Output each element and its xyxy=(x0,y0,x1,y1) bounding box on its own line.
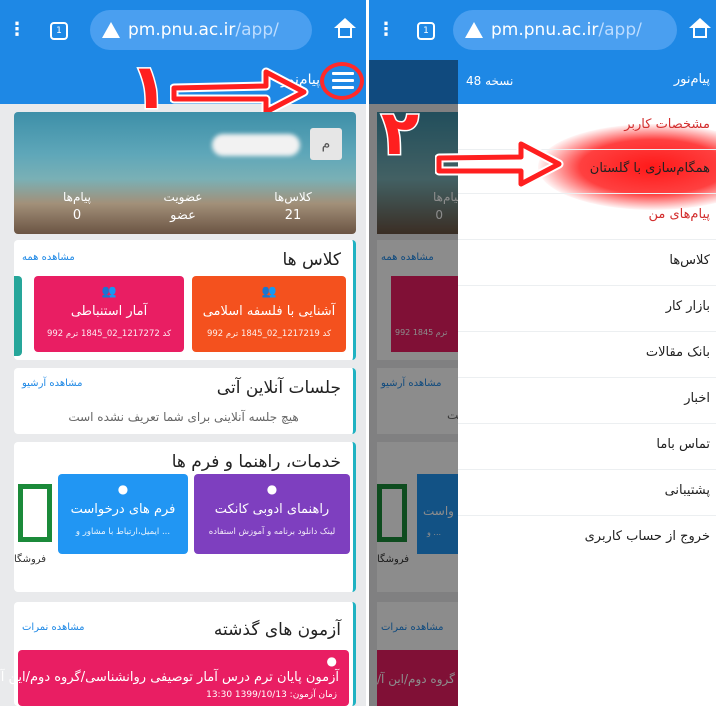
store-icon[interactable] xyxy=(18,484,52,542)
avatar: م xyxy=(310,128,342,160)
annotation-arrow-1 xyxy=(170,67,309,117)
menu-dots-icon[interactable]: ⋮ xyxy=(8,20,26,40)
view-all-classes-link[interactable]: مشاهده همه xyxy=(22,252,75,263)
user-circle-icon: ● xyxy=(266,482,278,496)
exams-section: آزمون های گذشته مشاهده نمرات ● آزمون پای… xyxy=(1,602,356,706)
drawer-brand: پیام‌نور xyxy=(673,72,710,87)
group-icon: 👥 xyxy=(101,284,117,298)
services-section: خدمات، راهنما و فرم ها فروشگا ● فرم های … xyxy=(14,442,356,592)
store-label: فروشگا xyxy=(14,554,47,565)
stat-classes: کلاس‌ها 21 xyxy=(274,190,312,223)
exam-title: آزمون پایان ترم درس آمار توصیفی روانشناس… xyxy=(0,670,339,685)
menu-job-market[interactable]: بازار کار xyxy=(458,286,716,332)
url-bar[interactable]: pm.pnu.ac.ir/app/ xyxy=(453,10,677,50)
browser-toolbar: ⋮ 1 pm.pnu.ac.ir/app/ xyxy=(369,0,716,60)
class-card[interactable]: 👥 آمار استنباطی کد 1217272_02_1845 ترم 9… xyxy=(34,276,184,352)
sessions-empty-message: هیچ جلسه آنلاینی برای شما تعریف نشده است xyxy=(68,410,299,424)
menu-logout[interactable]: خروج از حساب کاربری xyxy=(458,516,716,562)
warning-icon xyxy=(465,22,483,38)
step-number-2: ٢ xyxy=(380,95,421,171)
tabs-icon[interactable]: 1 xyxy=(417,22,435,40)
menu-classes[interactable]: کلاس‌ها xyxy=(458,240,716,286)
stat-messages: پیام‌ها 0 xyxy=(62,190,92,223)
app-version: نسخه 48 xyxy=(466,74,514,88)
annotation-circle xyxy=(320,62,364,100)
classes-title: کلاس ها xyxy=(282,250,341,270)
class-card-partial[interactable] xyxy=(14,276,22,356)
menu-my-messages[interactable]: پیام‌های من xyxy=(458,194,716,240)
home-icon[interactable] xyxy=(689,18,711,40)
screenshot-divider xyxy=(366,0,369,706)
user-circle-icon: ● xyxy=(326,654,337,668)
user-name-redacted xyxy=(212,134,300,156)
menu-news[interactable]: اخبار xyxy=(458,378,716,424)
services-title: خدمات، راهنما و فرم ها xyxy=(171,452,341,472)
service-card[interactable]: ● فرم های درخواست ایمیل،ارتباط با مشاور … xyxy=(58,474,188,554)
exam-time: زمان آزمون: 1399/10/13 13:30 xyxy=(206,690,337,700)
tabs-icon[interactable]: 1 xyxy=(50,22,68,40)
url-text: pm.pnu.ac.ir/app/ xyxy=(491,20,642,40)
stat-membership: عضویت عضو xyxy=(163,190,203,223)
drawer-header: پیام‌نور نسخه 48 xyxy=(458,60,716,104)
screenshot-left: ⋮ 1 pm.pnu.ac.ir/app/ پیام‌نور ١ م کلاس‌… xyxy=(0,0,366,706)
classes-section: کلاس ها مشاهده همه 👥 آمار استنباطی کد 12… xyxy=(14,240,356,360)
exam-card[interactable]: ● آزمون پایان ترم درس آمار توصیفی روانشن… xyxy=(1,650,349,706)
user-circle-icon: ● xyxy=(117,482,129,496)
profile-card: م کلاس‌ها 21 عضویت عضو پیام‌ها 0 xyxy=(14,112,356,234)
menu-support[interactable]: پشتیبانی xyxy=(458,470,716,516)
view-archive-link[interactable]: مشاهده آرشیو xyxy=(22,378,82,389)
menu-article-bank[interactable]: بانک مقالات xyxy=(458,332,716,378)
class-card[interactable]: 👥 آشنایی با فلسفه اسلامی کد 1217219_02_1… xyxy=(192,276,346,352)
exams-title: آزمون های گذشته xyxy=(213,620,341,640)
group-icon: 👥 xyxy=(261,284,277,298)
home-icon[interactable] xyxy=(334,18,356,40)
url-bar[interactable]: pm.pnu.ac.ir/app/ xyxy=(90,10,312,50)
browser-toolbar: ⋮ 1 pm.pnu.ac.ir/app/ xyxy=(0,0,366,60)
view-grades-link[interactable]: مشاهده نمرات xyxy=(22,622,85,633)
service-card[interactable]: ● راهنمای ادوبی کانکت لینک دانلود برنامه… xyxy=(194,474,350,554)
screenshot-right: ⋮ 1 pm.pnu.ac.ir/app/ پیام‌ها 0 مشاهده ه… xyxy=(369,0,716,706)
url-text: pm.pnu.ac.ir/app/ xyxy=(128,20,279,40)
sessions-title: جلسات آنلاین آتی xyxy=(216,378,341,398)
warning-icon xyxy=(102,22,120,38)
menu-contact-us[interactable]: تماس باما xyxy=(458,424,716,470)
annotation-arrow-2 xyxy=(435,139,564,189)
sessions-section: جلسات آنلاین آتی مشاهده آرشیو هیچ جلسه آ… xyxy=(14,368,356,434)
menu-dots-icon[interactable]: ⋮ xyxy=(377,20,395,40)
